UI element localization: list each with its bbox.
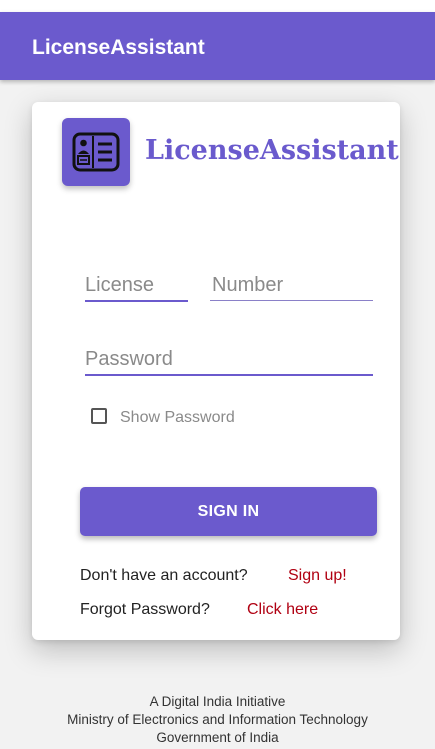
footer-line-3: Government of India: [156, 730, 279, 745]
show-password-checkbox[interactable]: [91, 408, 107, 424]
footer-line-1: A Digital India Initiative: [149, 694, 286, 709]
sign-up-link[interactable]: Sign up!: [288, 567, 347, 585]
no-account-text: Don't have an account?: [80, 567, 248, 584]
app-logo: [62, 118, 130, 186]
password-input-underline[interactable]: [85, 374, 373, 376]
click-here-link[interactable]: Click here: [247, 601, 318, 619]
password-placeholder[interactable]: Password: [85, 348, 173, 371]
brand-title: LicenseAssistant: [145, 135, 399, 166]
id-card-icon: [72, 132, 120, 172]
number-placeholder[interactable]: Number: [212, 274, 283, 297]
license-input-underline[interactable]: [85, 300, 188, 302]
forgot-password-text: Forgot Password?: [80, 601, 210, 618]
app-bar-title: LicenseAssistant: [32, 36, 205, 59]
footer: A Digital India Initiative Ministry of E…: [0, 693, 435, 747]
sign-in-button[interactable]: SIGN IN: [80, 487, 377, 536]
app-bar: LicenseAssistant: [0, 12, 435, 80]
footer-line-2: Ministry of Electronics and Information …: [67, 712, 368, 727]
show-password-label[interactable]: Show Password: [120, 409, 235, 427]
license-placeholder[interactable]: License: [85, 274, 154, 297]
number-input-underline[interactable]: [210, 300, 373, 301]
status-bar-area: [0, 0, 435, 12]
login-card: LicenseAssistant License Number Password…: [32, 102, 400, 640]
